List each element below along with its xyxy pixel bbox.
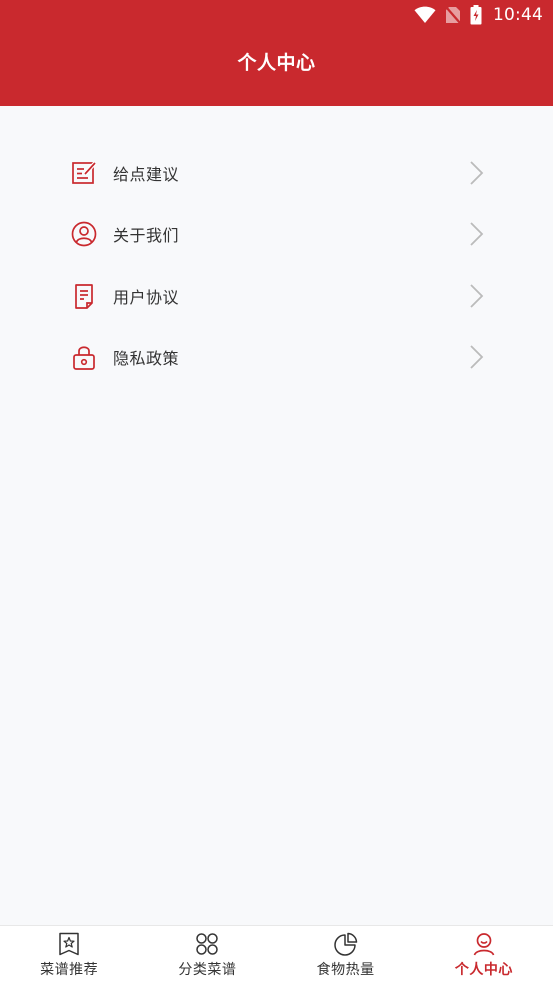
menu-item-privacy-policy[interactable]: 隐私政策 bbox=[0, 327, 553, 389]
status-clock: 10:44 bbox=[493, 5, 543, 25]
menu-item-feedback[interactable]: 给点建议 bbox=[0, 142, 553, 204]
menu-item-about-us[interactable]: 关于我们 bbox=[0, 204, 553, 266]
user-circle-icon bbox=[70, 220, 98, 248]
bottom-tab-bar: 菜谱推荐 分类菜谱 食物热量 个人中心 bbox=[0, 925, 553, 983]
pie-chart-icon bbox=[333, 931, 359, 957]
tab-food-calories[interactable]: 食物热量 bbox=[277, 926, 415, 983]
feedback-edit-icon bbox=[70, 159, 98, 187]
tab-category-recipes[interactable]: 分类菜谱 bbox=[138, 926, 276, 983]
status-icons: 10:44 bbox=[414, 4, 543, 26]
tab-label: 分类菜谱 bbox=[178, 962, 237, 978]
menu-item-label: 隐私政策 bbox=[113, 349, 180, 369]
chevron-right-icon bbox=[468, 283, 486, 309]
lock-icon bbox=[70, 343, 98, 371]
settings-menu: 给点建议 关于我们 用户协议 隐私政策 bbox=[0, 142, 553, 388]
tab-recipe-recommend[interactable]: 菜谱推荐 bbox=[0, 926, 138, 983]
chevron-right-icon bbox=[468, 344, 486, 370]
header-bar: 10:44 个人中心 bbox=[0, 0, 553, 106]
tab-label: 菜谱推荐 bbox=[40, 962, 99, 978]
menu-item-label: 关于我们 bbox=[113, 226, 180, 246]
document-icon bbox=[70, 282, 98, 310]
wifi-icon bbox=[414, 6, 436, 24]
menu-item-label: 给点建议 bbox=[113, 164, 180, 184]
menu-item-label: 用户协议 bbox=[113, 287, 180, 307]
category-grid-icon bbox=[194, 931, 220, 957]
chevron-right-icon bbox=[468, 221, 486, 247]
status-bar: 10:44 bbox=[0, 0, 553, 30]
person-icon bbox=[471, 931, 497, 957]
battery-charging-icon bbox=[470, 5, 482, 25]
page-title: 个人中心 bbox=[237, 52, 316, 74]
no-sim-icon bbox=[445, 6, 461, 24]
tab-label: 食物热量 bbox=[316, 962, 375, 978]
tab-personal-center[interactable]: 个人中心 bbox=[415, 926, 553, 983]
tab-label: 个人中心 bbox=[454, 962, 513, 978]
bookmark-star-icon bbox=[56, 931, 82, 957]
chevron-right-icon bbox=[468, 160, 486, 186]
menu-item-user-agreement[interactable]: 用户协议 bbox=[0, 265, 553, 327]
